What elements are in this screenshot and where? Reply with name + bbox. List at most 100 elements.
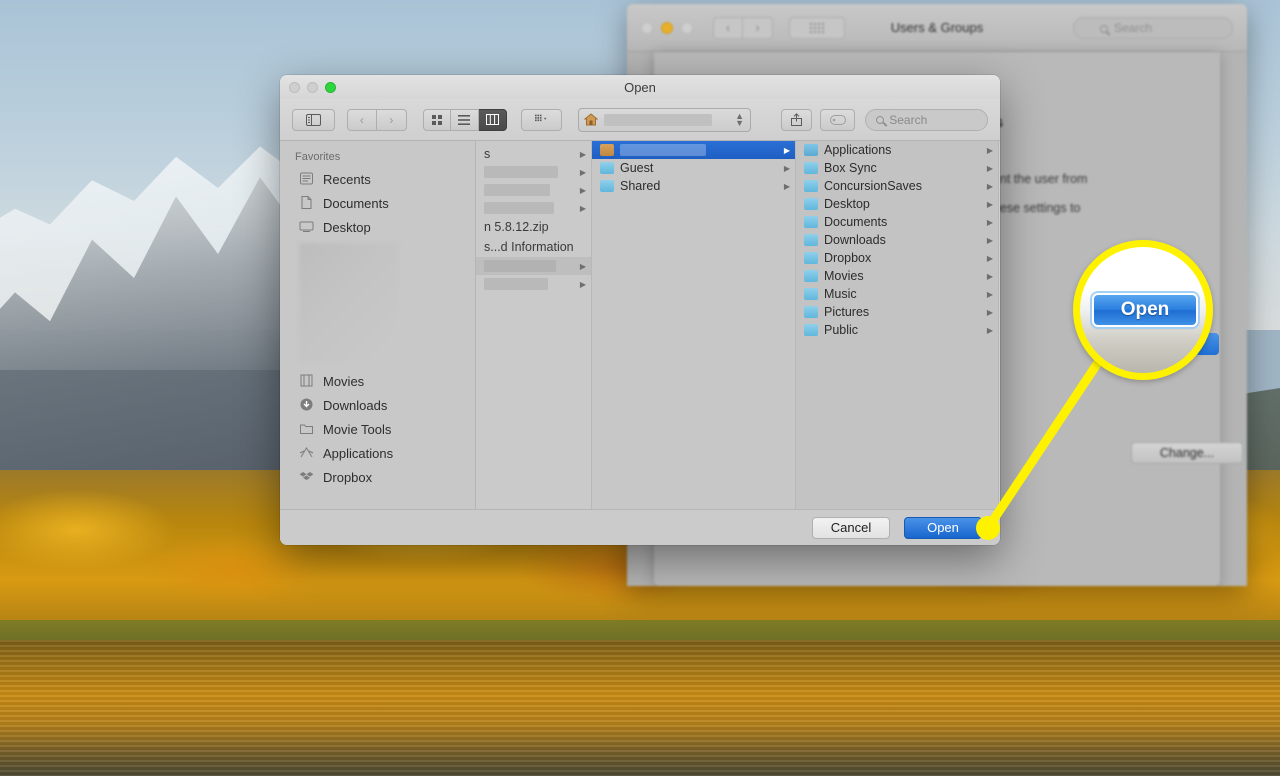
column-row-label: Dropbox [824,251,871,265]
open-dialog-sidebar: Favorites Recents Documents [280,141,476,509]
sidebar-item-movie-tools[interactable]: Movie Tools [280,417,475,441]
sidebar-item-documents[interactable]: Documents [280,191,475,215]
music-folder-icon [804,288,818,300]
open-dialog-title: Open [280,80,1000,95]
column-row-selected-home[interactable]: ▶ [592,141,795,159]
desktop-icon [299,219,315,235]
column-row[interactable]: ▶ [476,163,591,181]
prefs-forward-button[interactable]: › [743,17,773,39]
column-row-shared[interactable]: Shared ▶ [592,177,795,195]
column-row-label: Music [824,287,857,301]
prefs-back-button[interactable]: ‹ [713,17,743,39]
column-row-desktop[interactable]: Desktop ▶ [796,195,998,213]
path-value-redacted [604,114,712,126]
column-row-documents[interactable]: Documents ▶ [796,213,998,231]
redacted-label [484,166,558,178]
column-row[interactable]: ▶ [476,275,591,293]
sidebar-item-label: Applications [323,446,393,461]
column-row-label: Public [824,323,858,337]
tag-button[interactable] [820,109,855,131]
list-view-button[interactable] [451,109,479,131]
chevron-right-icon: ▶ [987,326,993,335]
prefs-search-field[interactable]: Search [1073,17,1233,39]
browser-column-3[interactable]: Applications ▶ Box Sync ▶ ConcursionSave… [796,141,999,509]
change-button[interactable]: Change... [1131,442,1243,464]
column-row-guest[interactable]: Guest ▶ [592,159,795,177]
column-row-pictures[interactable]: Pictures ▶ [796,303,998,321]
arrange-icon [535,114,548,125]
icon-view-button[interactable] [423,109,451,131]
chevron-right-icon: ▶ [580,280,586,289]
search-icon [876,116,884,124]
column-row[interactable]: ▶ [476,181,591,199]
column-row-downloads[interactable]: Downloads ▶ [796,231,998,249]
chevron-right-icon: ▶ [987,254,993,263]
column-row-concursion-saves[interactable]: ConcursionSaves ▶ [796,177,998,195]
prefs-zoom-button[interactable] [681,22,693,34]
desktop: ‹ › Users & Groups Search Advanced Optio… [0,0,1280,776]
documents-icon [299,195,315,211]
documents-folder-icon [804,216,818,228]
share-button[interactable] [781,109,812,131]
show-all-preferences-button[interactable] [789,17,845,39]
sidebar-item-desktop[interactable]: Desktop [280,215,475,239]
column-row-label: Shared [620,179,660,193]
browser-column-2[interactable]: ▶ Guest ▶ Shared ▶ [592,141,796,509]
column-row[interactable]: s...d Information [476,237,591,257]
redacted-label [484,260,556,272]
column-row-label: n 5.8.12.zip [484,220,549,234]
chevron-right-icon: ▶ [987,164,993,173]
stepper-icon[interactable]: ▲▼ [735,113,744,127]
arrange-button[interactable] [521,109,562,131]
home-icon [600,144,614,156]
public-folder-icon [804,324,818,336]
open-button[interactable]: Open [904,517,982,539]
chevron-right-icon: ▶ [987,290,993,299]
redacted-label [484,278,548,290]
sidebar-item-recents[interactable]: Recents [280,167,475,191]
sidebar-toggle-icon[interactable] [292,109,335,131]
sidebar-item-movies[interactable]: Movies [280,369,475,393]
forward-button[interactable]: › [377,109,407,131]
chevron-right-icon: ▶ [580,262,586,271]
sidebar-item-label: Movies [323,374,364,389]
column-row[interactable]: ▶ [476,257,591,275]
sidebar-section-favorites: Favorites [280,149,475,167]
sidebar-item-downloads[interactable]: Downloads [280,393,475,417]
column-row[interactable]: s ▶ [476,145,591,163]
sidebar-item-applications[interactable]: Applications [280,441,475,465]
path-popup-button[interactable]: ▲▼ [578,108,751,132]
browser-column-1[interactable]: s ▶ ▶ ▶ ▶ n 5.8.12.zip [476,141,592,509]
column-row-box-sync[interactable]: Box Sync ▶ [796,159,998,177]
sidebar-item-label: Desktop [323,220,371,235]
downloads-folder-icon [804,234,818,246]
column-row-movies[interactable]: Movies ▶ [796,267,998,285]
column-row-music[interactable]: Music ▶ [796,285,998,303]
open-file-dialog[interactable]: Open ‹ › [280,75,1000,545]
home-icon [584,113,598,126]
chevron-right-icon: ▶ [784,146,790,155]
sidebar-item-dropbox[interactable]: Dropbox [280,465,475,489]
column-row-label: s...d Information [484,240,574,254]
chevron-right-icon: ▶ [580,186,586,195]
prefs-minimize-button[interactable] [661,22,673,34]
prefs-close-button[interactable] [641,22,653,34]
cancel-button[interactable]: Cancel [812,517,890,539]
column-row[interactable]: n 5.8.12.zip [476,217,591,237]
sidebar-item-label: Dropbox [323,470,372,485]
open-dialog-toolbar: ‹ › [280,99,1000,141]
open-dialog-content: Favorites Recents Documents [280,141,1000,509]
column-row-applications[interactable]: Applications ▶ [796,141,998,159]
magnified-open-button[interactable]: Open [1092,293,1198,327]
column-row[interactable]: ▶ [476,199,591,217]
prefs-search-placeholder: Search [1114,21,1152,35]
chevron-right-icon: ▶ [987,146,993,155]
open-search-field[interactable]: Search [865,109,988,131]
movies-folder-icon [804,270,818,282]
column-row-dropbox[interactable]: Dropbox ▶ [796,249,998,267]
column-view-button[interactable] [479,109,507,131]
wallpaper-lake [0,640,1280,776]
view-mode-group [423,109,507,131]
back-button[interactable]: ‹ [347,109,377,131]
column-row-public[interactable]: Public ▶ [796,321,998,339]
